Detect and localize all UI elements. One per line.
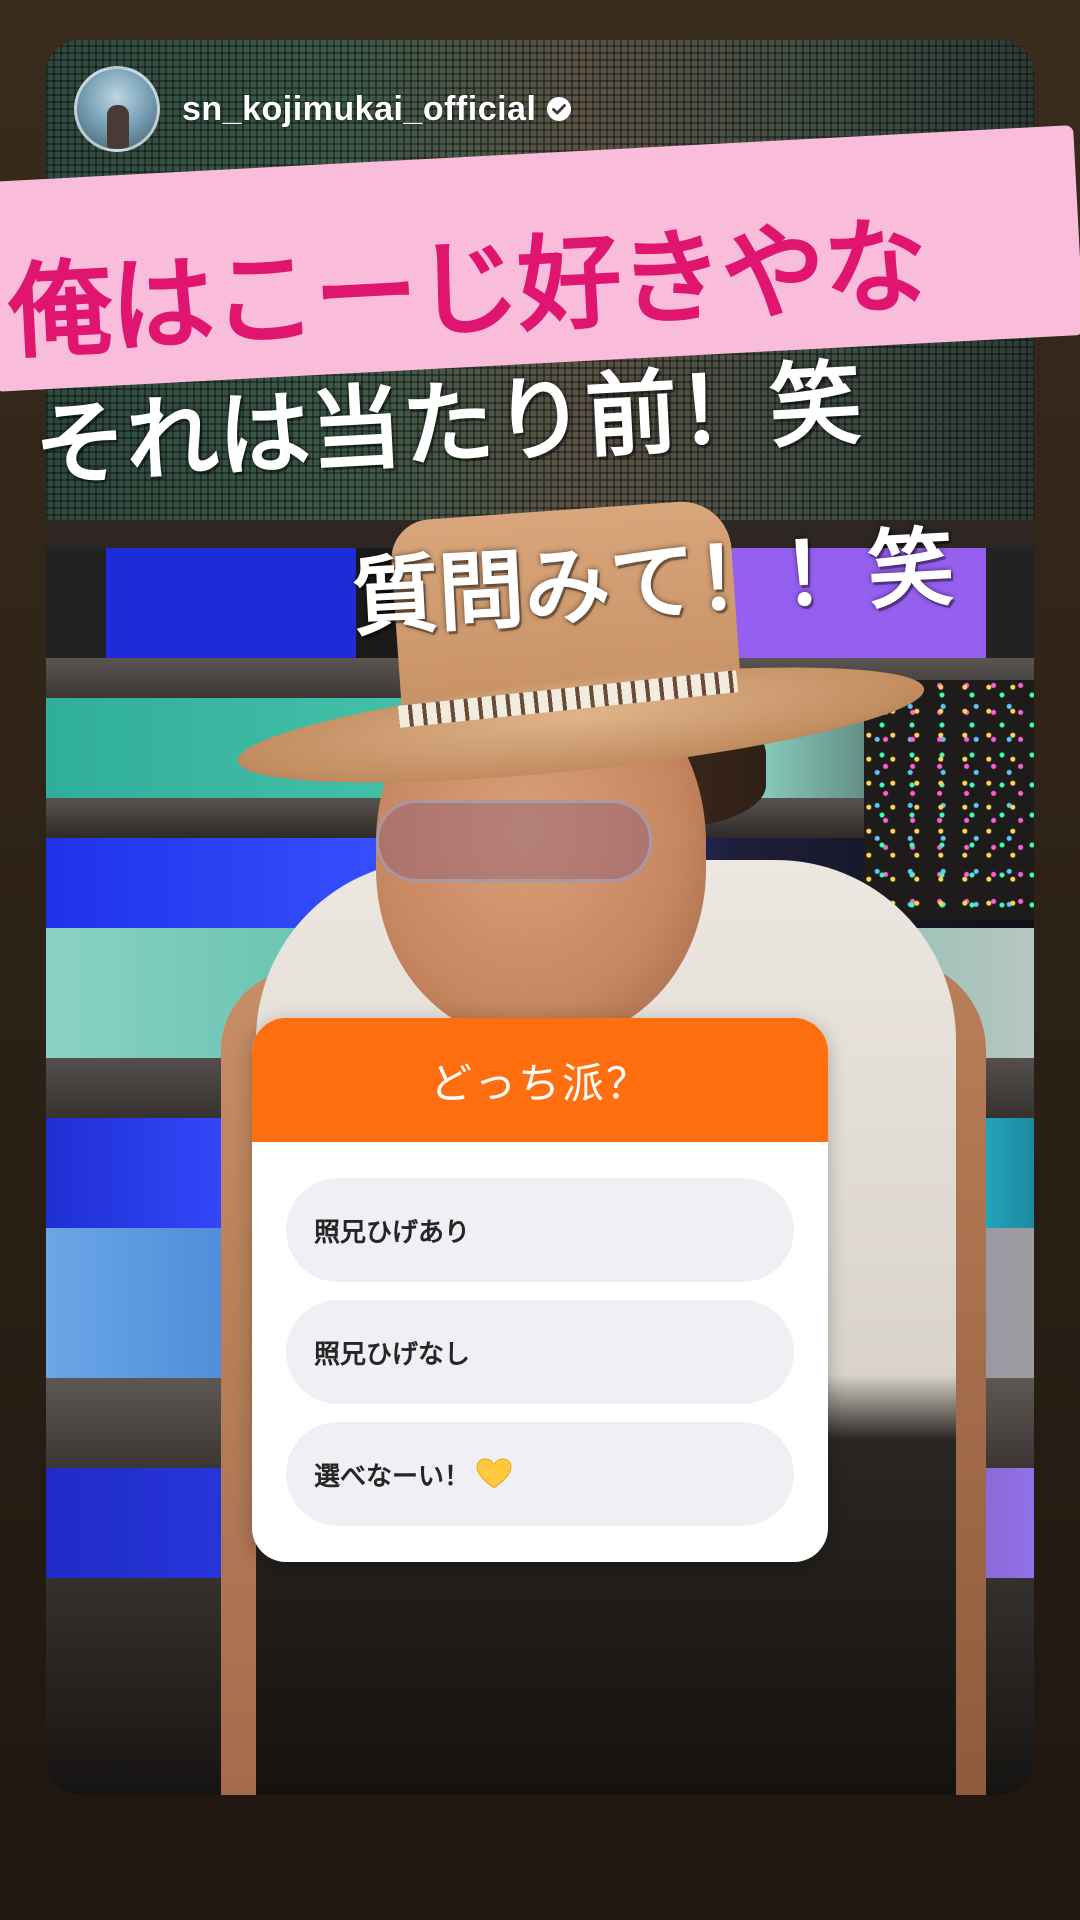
poll-option-2[interactable]: 照兄ひげなし [286,1300,794,1404]
story-header: sn_kojimukai_official [74,66,572,152]
poll-option-label: 選べなーい！ [314,1461,471,1492]
poll-options: 照兄ひげあり 照兄ひげなし 選べなーい！ [252,1142,828,1526]
username[interactable]: sn_kojimukai_official [182,90,536,129]
poll-option-label: 照兄ひげなし [314,1339,471,1370]
verified-badge-icon [547,97,572,121]
poll-sticker: どっち派？ 照兄ひげあり 照兄ひげなし 選べなーい！ [252,1018,828,1562]
poll-question: どっち派？ [429,1058,650,1108]
yellow-heart-icon [476,1458,512,1489]
story-frame: sn_kojimukai_official 俺はこーじ好きやな それは当たり前！… [0,0,1080,1920]
poll-option-label: 照兄ひげあり [314,1217,471,1248]
poll-option-3[interactable]: 選べなーい！ [286,1422,794,1526]
sunglasses [376,800,652,882]
poll-option-1[interactable]: 照兄ひげあり [286,1178,794,1282]
avatar[interactable] [74,66,160,152]
poll-header: どっち派？ [252,1018,828,1142]
